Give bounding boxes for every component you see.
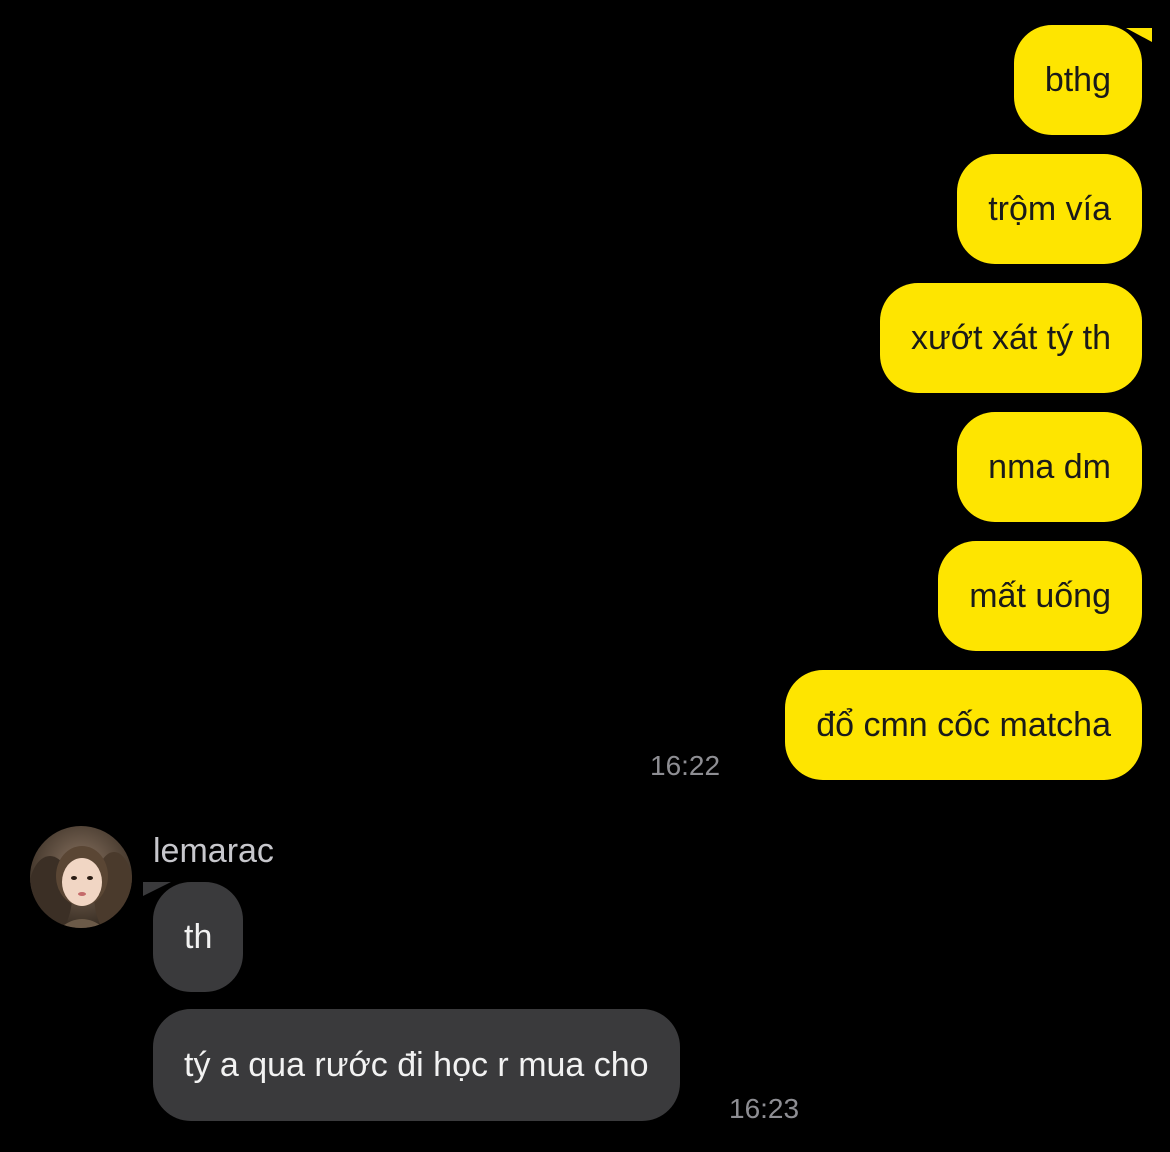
outgoing-timestamp: 16:22 bbox=[650, 750, 721, 781]
message-text: đổ cmn cốc matcha bbox=[816, 706, 1111, 744]
message-text: nma dm bbox=[988, 448, 1111, 486]
sender-name: lemarac bbox=[153, 832, 274, 870]
outgoing-message[interactable]: nma dm bbox=[957, 412, 1142, 522]
incoming-message[interactable]: tý a qua rước đi học r mua cho bbox=[153, 1009, 680, 1121]
message-text: xướt xát tý th bbox=[911, 319, 1111, 357]
outgoing-message[interactable]: đổ cmn cốc matcha bbox=[785, 670, 1142, 780]
message-text: th bbox=[184, 918, 213, 956]
message-text: mất uống bbox=[969, 577, 1111, 615]
message-text: tý a qua rước đi học r mua cho bbox=[184, 1046, 649, 1084]
message-text: trộm vía bbox=[988, 190, 1111, 228]
outgoing-message[interactable]: xướt xát tý th bbox=[880, 283, 1142, 393]
outgoing-message[interactable]: trộm vía bbox=[957, 154, 1142, 264]
message-text: bthg bbox=[1044, 61, 1111, 99]
outgoing-message[interactable]: bthg bbox=[1013, 25, 1142, 135]
user-avatar-photo-icon[interactable] bbox=[30, 826, 132, 928]
outgoing-message[interactable]: mất uống bbox=[938, 541, 1142, 651]
incoming-timestamp: 16:23 bbox=[729, 1093, 800, 1124]
incoming-message[interactable]: th bbox=[153, 882, 244, 992]
